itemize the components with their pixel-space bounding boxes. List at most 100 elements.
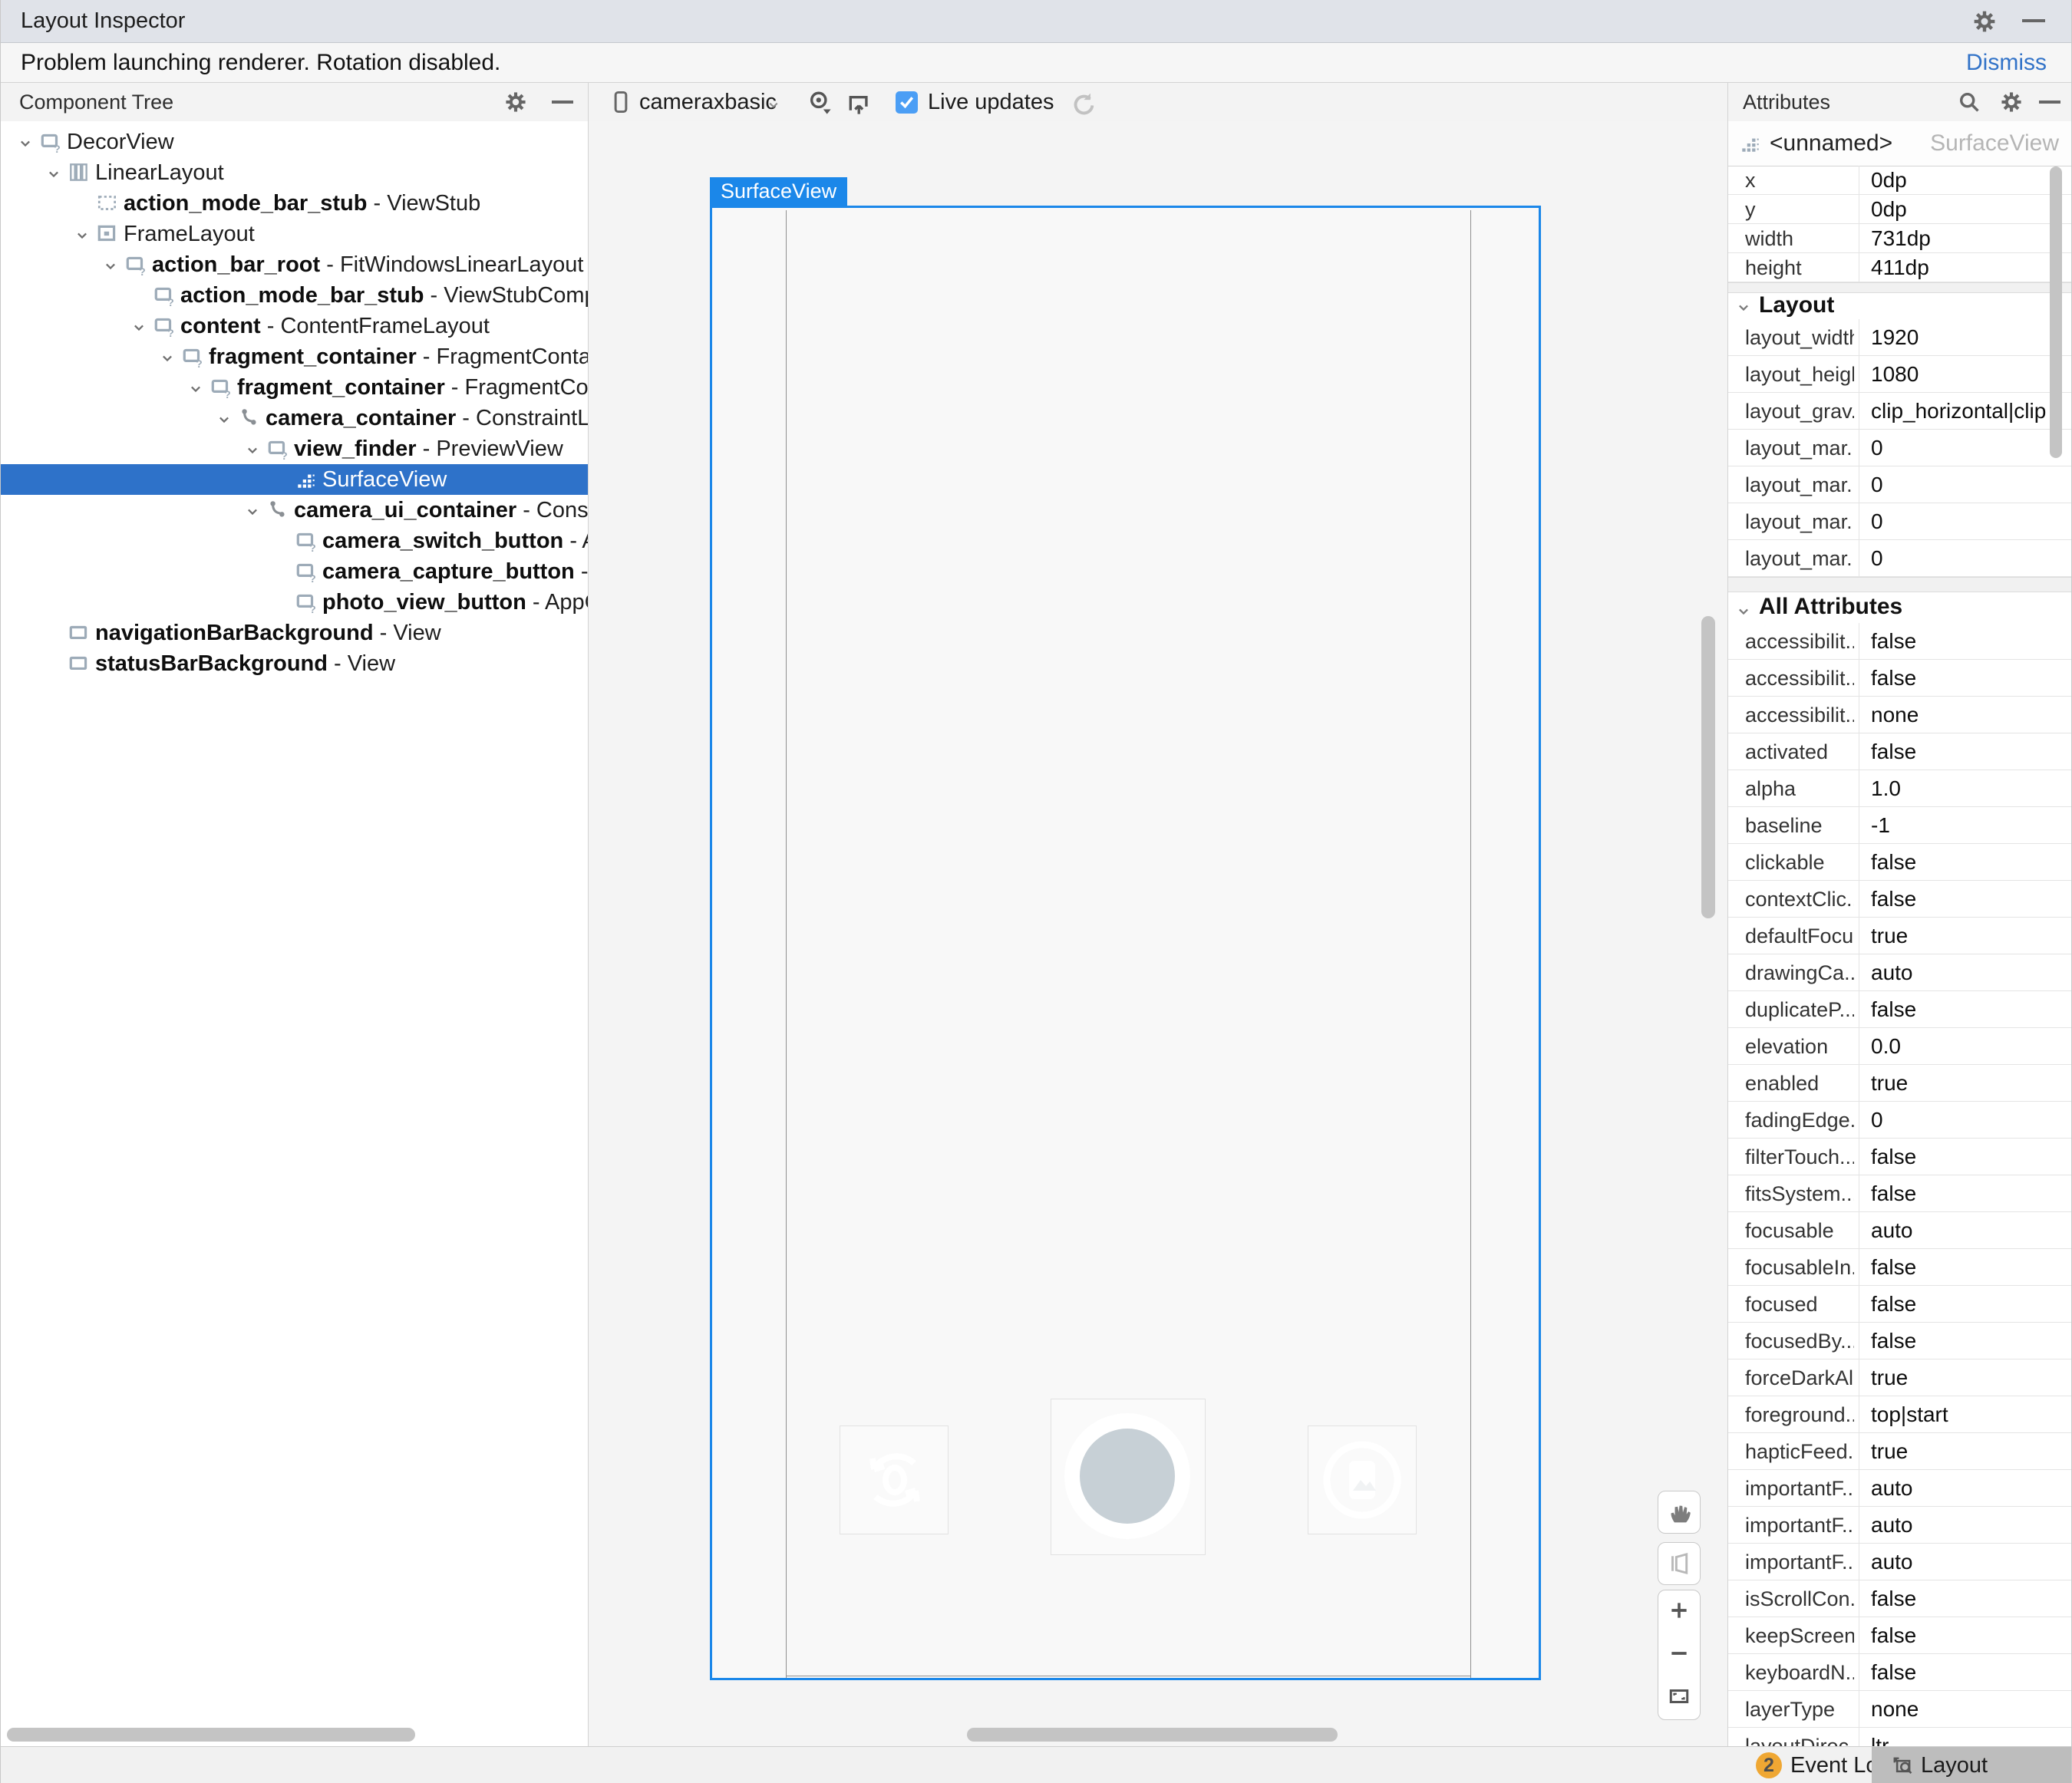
view-options-eye-icon[interactable]	[807, 90, 833, 120]
center-vertical-scrollbar[interactable]	[1701, 616, 1715, 918]
tree-row-statusBarBackground[interactable]: statusBarBackground - View	[1, 648, 588, 679]
attribute-value[interactable]: false	[1871, 1617, 2054, 1654]
attribute-value[interactable]: 0.0	[1871, 1028, 2054, 1065]
dismiss-link[interactable]: Dismiss	[1966, 43, 2047, 82]
tree-expand-chevron-icon[interactable]	[158, 345, 181, 368]
attribute-value[interactable]: auto	[1871, 1470, 2054, 1507]
chevron-down-icon[interactable]	[765, 97, 782, 117]
center-horizontal-scrollbar[interactable]	[967, 1728, 1338, 1742]
layout-inspector-tab[interactable]: Layout Inspector	[1872, 1747, 2072, 1783]
device-screen[interactable]	[710, 206, 1541, 1680]
attribute-value[interactable]: none	[1871, 1691, 2054, 1728]
zoom-fit-button[interactable]	[1668, 1685, 1691, 1712]
tree-row-fragment_container[interactable]: ?fragment_container - FragmentContain	[1, 341, 588, 372]
tree-expand-chevron-icon[interactable]	[130, 315, 153, 338]
tree-row-camera_ui_container[interactable]: camera_ui_container - Constr	[1, 495, 588, 526]
attrs-vertical-scrollbar[interactable]	[2050, 166, 2062, 458]
attribute-value[interactable]: true	[1871, 1433, 2054, 1470]
tree-row-FrameLayout[interactable]: FrameLayout	[1, 219, 588, 249]
tree-row-action_mode_bar_stub[interactable]: ?action_mode_bar_stub - ViewStubCompa	[1, 280, 588, 311]
attribute-value[interactable]: 731dp	[1871, 224, 2054, 253]
settings-gear-icon[interactable]	[1971, 8, 1998, 38]
tree-row-photo_view_button[interactable]: ?photo_view_button - AppC	[1, 587, 588, 618]
attribute-value[interactable]: false	[1871, 1323, 2054, 1359]
search-icon[interactable]	[1957, 90, 1981, 118]
section-header-all-attributes[interactable]: All Attributes	[1728, 591, 2072, 623]
tree-row-camera_switch_button[interactable]: ?camera_switch_button - A	[1, 526, 588, 556]
device-view-panel[interactable]: SurfaceView	[589, 121, 1727, 1746]
attribute-value[interactable]: 0	[1871, 466, 2054, 503]
attribute-value[interactable]: false	[1871, 1249, 2054, 1286]
tree-row-LinearLayout[interactable]: LinearLayout	[1, 157, 588, 188]
minimize-icon[interactable]	[2022, 19, 2045, 22]
attribute-value[interactable]: clip_horizontal|clip	[1871, 393, 2054, 430]
attribute-value[interactable]: ltr	[1871, 1728, 2054, 1746]
attribute-value[interactable]: auto	[1871, 1544, 2054, 1580]
attribute-value[interactable]: -1	[1871, 807, 2054, 844]
attribute-value[interactable]: false	[1871, 660, 2054, 697]
tree-row-view_finder[interactable]: ?view_finder - PreviewView	[1, 433, 588, 464]
tree-row-content[interactable]: ?content - ContentFrameLayout	[1, 311, 588, 341]
attribute-value[interactable]: auto	[1871, 1507, 2054, 1544]
zoom-in-button[interactable]	[1668, 1599, 1691, 1626]
attribute-value[interactable]: 0	[1871, 540, 2054, 577]
live-updates-checkbox[interactable]	[896, 91, 918, 114]
attribute-value[interactable]: none	[1871, 697, 2054, 733]
attribute-value[interactable]: 0	[1871, 503, 2054, 540]
attribute-value[interactable]: 1.0	[1871, 770, 2054, 807]
attribute-value[interactable]: auto	[1871, 954, 2054, 991]
attribute-value[interactable]: false	[1871, 1286, 2054, 1323]
tree-expand-chevron-icon[interactable]	[101, 253, 124, 276]
attribute-value[interactable]: 1080	[1871, 356, 2054, 393]
tree-expand-chevron-icon[interactable]	[215, 407, 238, 430]
attribute-value[interactable]: top|start	[1871, 1396, 2054, 1433]
attribute-value[interactable]: 411dp	[1871, 253, 2054, 282]
attrs-gear-icon[interactable]	[1999, 90, 2024, 118]
tree-row-fragment_container[interactable]: ?fragment_container - FragmentCon	[1, 372, 588, 403]
process-select-dropdown[interactable]: cameraxbasic	[639, 83, 777, 121]
attribute-value[interactable]: true	[1871, 918, 2054, 954]
attribute-value[interactable]: false	[1871, 623, 2054, 660]
tree-gear-icon[interactable]	[503, 90, 528, 118]
attribute-value[interactable]: false	[1871, 991, 2054, 1028]
pan-mode-button[interactable]	[1658, 1491, 1701, 1534]
section-header-layout[interactable]: Layout	[1728, 292, 2072, 319]
tree-expand-chevron-icon[interactable]	[73, 222, 96, 246]
tree-expand-chevron-icon[interactable]	[243, 499, 266, 522]
zoom-out-button[interactable]	[1668, 1642, 1691, 1669]
window-title: Layout Inspector	[21, 0, 185, 42]
tree-minimize-icon[interactable]	[552, 101, 573, 104]
attrs-minimize-icon[interactable]	[2039, 101, 2060, 104]
view-view-icon: ?	[295, 529, 318, 552]
attribute-value[interactable]: false	[1871, 1139, 2054, 1175]
tree-row-DecorView[interactable]: ?DecorView	[1, 127, 588, 157]
tree-row-navigationBarBackground[interactable]: navigationBarBackground - View	[1, 618, 588, 648]
attribute-value[interactable]: false	[1871, 844, 2054, 881]
attribute-value[interactable]: false	[1871, 1654, 2054, 1691]
attribute-value[interactable]: false	[1871, 1175, 2054, 1212]
tree-expand-chevron-icon[interactable]	[45, 161, 68, 184]
tree-horizontal-scrollbar[interactable]	[7, 1728, 415, 1742]
tree-row-SurfaceView[interactable]: SurfaceView	[1, 464, 588, 495]
attribute-value[interactable]: 0dp	[1871, 166, 2054, 195]
attribute-value[interactable]: false	[1871, 1580, 2054, 1617]
attribute-value[interactable]: false	[1871, 881, 2054, 918]
tree-expand-chevron-icon[interactable]	[16, 130, 39, 153]
attribute-value[interactable]: true	[1871, 1359, 2054, 1396]
attribute-value[interactable]: auto	[1871, 1212, 2054, 1249]
tree-expand-chevron-icon[interactable]	[186, 376, 210, 399]
attribute-value[interactable]: 0dp	[1871, 195, 2054, 224]
attribute-value[interactable]: 1920	[1871, 319, 2054, 356]
tree-row-action_bar_root[interactable]: ?action_bar_root - FitWindowsLinearLayou…	[1, 249, 588, 280]
screenshot-capture-icon[interactable]	[845, 90, 871, 120]
tree-row-action_mode_bar_stub[interactable]: action_mode_bar_stub - ViewStub	[1, 188, 588, 219]
tree-row-camera_capture_button[interactable]: ?camera_capture_button - A	[1, 556, 588, 587]
attribute-value[interactable]: 0	[1871, 430, 2054, 466]
refresh-icon[interactable]	[1069, 91, 1095, 120]
attribute-value[interactable]: 0	[1871, 1102, 2054, 1139]
rotate-3d-button[interactable]	[1658, 1542, 1701, 1585]
attribute-value[interactable]: true	[1871, 1065, 2054, 1102]
attribute-value[interactable]: false	[1871, 733, 2054, 770]
tree-row-camera_container[interactable]: camera_container - ConstraintLa	[1, 403, 588, 433]
tree-expand-chevron-icon[interactable]	[243, 437, 266, 460]
